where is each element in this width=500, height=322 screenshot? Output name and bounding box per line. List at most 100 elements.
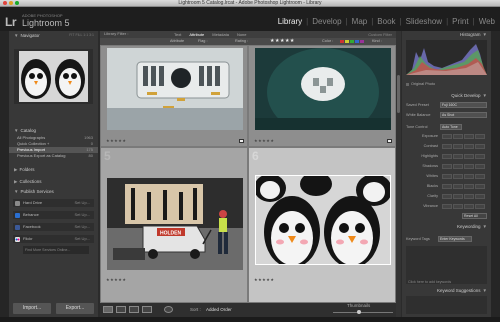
service-setup-link[interactable]: Set Up... [74,199,90,207]
purple-label-swatch[interactable] [360,40,364,43]
adjustment-step-button[interactable] [464,193,474,199]
photo-thumbnail-grate[interactable] [107,48,243,130]
module-book[interactable]: Book [376,17,396,26]
collections-header[interactable]: ▶ Collections [9,177,98,186]
tab-metadata[interactable]: Metadata [208,32,233,37]
scrollbar-thumb[interactable] [397,75,400,113]
quick-develop-header[interactable]: Quick Develop ▼ [451,92,487,100]
add-keywords-hint[interactable]: Click here to add keywords [408,280,451,284]
keyword-suggestions-header[interactable]: Keyword Suggestions ▼ [437,287,487,295]
blue-label-swatch[interactable] [355,40,359,43]
adjustment-step-button[interactable] [442,183,452,189]
adjustment-step-button[interactable] [475,203,485,209]
grid-scrollbar[interactable] [396,31,401,317]
edited-badge-icon[interactable] [239,139,244,143]
export-button[interactable]: Export... [56,303,94,314]
adjustment-step-button[interactable] [453,153,463,159]
adjustment-step-button[interactable] [442,173,452,179]
adjustment-step-button[interactable] [464,183,474,189]
import-button[interactable]: Import... [13,303,51,314]
catalog-header[interactable]: ▼ Catalog [9,126,98,135]
publish-service-facebook[interactable]: Facebook Set Up... [13,223,94,231]
catalog-item-previous-export[interactable]: Previous Export as Catalog 80 [9,153,98,159]
adjustment-step-button[interactable] [475,163,485,169]
left-panel-edge[interactable] [0,31,9,317]
photo-rating[interactable]: ★★★★★ [106,138,126,143]
grid-cell[interactable]: ★★★★★ [100,45,248,147]
edited-badge-icon[interactable] [387,139,392,143]
grid-cell-selected[interactable]: 6 ★★★★★ [248,147,396,303]
adjustment-step-button[interactable] [453,193,463,199]
grid-cell[interactable]: ★★★★★ [248,45,396,147]
adjustment-step-button[interactable] [475,133,485,139]
flag-filter-label[interactable]: Flag : [198,38,208,45]
loupe-view-button[interactable] [116,306,126,313]
saved-preset-select[interactable]: Fuji 160C [440,102,487,108]
tab-attribute[interactable]: Attribute [185,32,208,37]
adjustment-step-button[interactable] [475,143,485,149]
tab-none[interactable]: None [233,32,251,37]
filmstrip-edge[interactable] [0,317,500,322]
reset-all-button[interactable]: Reset All [462,213,487,219]
service-setup-link[interactable]: Set Up... [74,211,90,219]
adjustment-step-button[interactable] [453,203,463,209]
module-library[interactable]: Library [277,17,303,26]
publish-service-hard-drive[interactable]: Hard Drive Set Up... [13,199,94,207]
navigator-preview[interactable] [14,49,93,104]
module-slideshow[interactable]: Slideshow [405,17,443,26]
publish-service-behance[interactable]: Behance Set Up... [13,211,94,219]
original-photo-checkbox[interactable] [406,83,409,86]
grid-cell[interactable]: 5 HOLDEN ★★★★★ [100,147,248,303]
filter-preset-select[interactable]: Custom Filter [368,32,392,37]
right-panel-edge[interactable] [491,31,500,317]
green-label-swatch[interactable] [350,40,354,43]
sort-order-select[interactable]: Added Order [206,303,232,317]
publish-service-flickr[interactable]: Flickr Set Up... [13,235,94,243]
survey-view-button[interactable] [142,306,152,313]
adjustment-step-button[interactable] [453,183,463,189]
yellow-label-swatch[interactable] [345,40,349,43]
photo-rating[interactable]: ★★★★★ [254,138,274,143]
keyword-entry-box[interactable] [406,246,487,284]
keywording-header[interactable]: Keywording ▼ [457,223,487,231]
service-setup-link[interactable]: Set Up... [74,223,90,231]
rating-filter-stars[interactable]: ★★★★★ [270,38,295,45]
photo-rating[interactable]: ★★★★★ [254,277,274,282]
publish-services-header[interactable]: ▼ Publish Services [9,187,98,196]
photo-thumbnail-street-sweeper[interactable]: HOLDEN [107,178,243,270]
histogram-header[interactable]: Histogram ▼ [460,31,487,39]
tab-text[interactable]: Text [170,32,185,37]
keyword-suggestions-area[interactable] [406,296,487,314]
adjustment-step-button[interactable] [442,133,452,139]
adjustment-step-button[interactable] [464,203,474,209]
auto-tone-button[interactable]: Auto Tone [440,124,462,130]
slider-knob[interactable] [357,310,361,314]
keyword-tags-select[interactable]: Enter Keywords [438,236,472,242]
adjustment-step-button[interactable] [464,173,474,179]
adjustment-step-button[interactable] [464,143,474,149]
navigator-zoom-modes[interactable]: FIT FILL 1:1 3:1 [69,31,94,40]
photo-thumbnail-bollard[interactable] [255,48,391,130]
find-more-services-button[interactable]: Find More Services Online... [23,246,89,254]
adjustment-step-button[interactable] [475,193,485,199]
module-print[interactable]: Print [451,17,469,26]
module-map[interactable]: Map [351,17,369,26]
adjustment-step-button[interactable] [453,163,463,169]
service-setup-link[interactable]: Set Up... [74,235,90,243]
navigator-header[interactable]: ▼ Navigator FIT FILL 1:1 3:1 [9,31,98,40]
histogram-chart[interactable] [406,40,487,75]
adjustment-step-button[interactable] [464,133,474,139]
adjustment-step-button[interactable] [453,143,463,149]
module-develop[interactable]: Develop [311,17,342,26]
module-web[interactable]: Web [478,17,496,26]
adjustment-step-button[interactable] [442,153,452,159]
adjustment-step-button[interactable] [475,153,485,159]
folders-header[interactable]: ▶ Folders [9,165,98,174]
photo-rating[interactable]: ★★★★★ [106,277,126,282]
adjustment-step-button[interactable] [464,153,474,159]
red-label-swatch[interactable] [340,40,344,43]
adjustment-step-button[interactable] [442,163,452,169]
adjustment-step-button[interactable] [475,183,485,189]
adjustment-step-button[interactable] [442,193,452,199]
adjustment-step-button[interactable] [475,173,485,179]
